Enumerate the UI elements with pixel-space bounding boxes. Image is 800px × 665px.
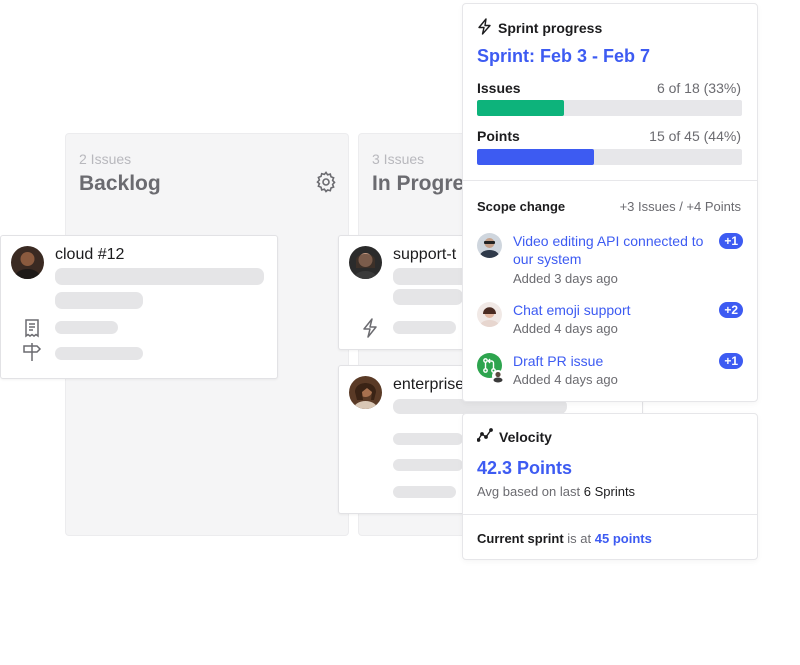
lightning-icon [477, 18, 492, 38]
placeholder-line [55, 268, 264, 285]
avatar [477, 233, 502, 258]
avatar [349, 376, 382, 409]
placeholder-line [393, 321, 456, 334]
scope-item[interactable]: Draft PR issue Added 4 days ago +1 [477, 352, 743, 390]
scope-item[interactable]: Video editing API connected to our syste… [477, 232, 743, 286]
panel-header: Velocity [476, 428, 552, 445]
panel-title: Sprint progress [498, 20, 603, 36]
scope-item-added: Added 4 days ago [513, 321, 618, 336]
divider [463, 514, 757, 515]
scope-change-label: Scope change [477, 199, 566, 214]
points-label: Points [477, 128, 520, 144]
scope-item-title[interactable]: Video editing API connected to our syste… [513, 232, 713, 268]
scope-item-added: Added 4 days ago [513, 372, 618, 387]
velocity-sub-count: 6 Sprints [583, 484, 636, 499]
velocity-sub-prefix: Avg based on last [477, 484, 581, 499]
placeholder-line [393, 459, 463, 471]
avatar [349, 246, 382, 279]
placeholder-line [55, 347, 143, 360]
issues-progress-bar [477, 100, 742, 116]
points-progress-fill [477, 149, 594, 165]
velocity-subtitle: Avg based on last 6 Sprints [477, 484, 635, 499]
scope-item-badge: +1 [719, 233, 743, 249]
velocity-value: 42.3 Points [477, 458, 573, 478]
signpost-icon [21, 342, 43, 367]
avatar [477, 302, 502, 327]
placeholder-line [393, 486, 456, 498]
current-sprint-mid: is at [567, 531, 592, 546]
gear-icon[interactable] [314, 170, 338, 194]
scope-item-title[interactable]: Chat emoji support [513, 301, 713, 319]
placeholder-line [393, 433, 463, 445]
column-title: Backlog [79, 172, 161, 195]
scope-item-added: Added 3 days ago [513, 271, 618, 286]
scope-change-value: +3 Issues / +4 Points [619, 199, 741, 214]
avatar [11, 246, 44, 279]
issue-card[interactable]: cloud #12 [0, 235, 278, 379]
velocity-panel: Velocity 42.3 Points Avg based on last 6… [462, 413, 758, 560]
current-sprint-label: Current sprint [477, 531, 564, 546]
scope-item[interactable]: Chat emoji support Added 4 days ago +2 [477, 301, 743, 339]
pull-request-icon [477, 353, 504, 383]
scope-item-title[interactable]: Draft PR issue [513, 352, 713, 370]
sprint-progress-panel: Sprint progress Sprint: Feb 3 - Feb 7 Is… [462, 3, 758, 402]
divider [463, 180, 757, 181]
card-title: enterprise [393, 376, 465, 393]
sprint-name-link[interactable]: Sprint: Feb 3 - Feb 7 [477, 46, 650, 67]
receipt-icon [23, 318, 41, 343]
card-title: cloud #12 [55, 246, 125, 263]
current-sprint-line: Current sprint is at 45 points [477, 531, 652, 546]
placeholder-line [55, 292, 143, 309]
card-title: support-t [393, 246, 457, 263]
panel-title: Velocity [499, 428, 552, 445]
lightning-icon [361, 318, 379, 343]
issues-value: 6 of 18 (33%) [656, 80, 741, 96]
scope-item-badge: +1 [719, 353, 743, 369]
scope-item-badge: +2 [719, 302, 743, 318]
column-issue-count: 3 Issues [372, 151, 425, 167]
current-sprint-value[interactable]: 45 points [595, 531, 652, 546]
column-title: In Progre [372, 172, 465, 195]
trend-icon [476, 428, 493, 445]
points-value: 15 of 45 (44%) [649, 128, 741, 144]
placeholder-line [393, 289, 463, 305]
issues-label: Issues [477, 80, 521, 96]
issues-progress-fill [477, 100, 565, 116]
points-progress-bar [477, 149, 742, 165]
panel-header: Sprint progress [477, 18, 602, 38]
column-issue-count: 2 Issues [79, 151, 132, 167]
issue-card[interactable]: support-t [338, 235, 479, 350]
placeholder-line [55, 321, 118, 334]
